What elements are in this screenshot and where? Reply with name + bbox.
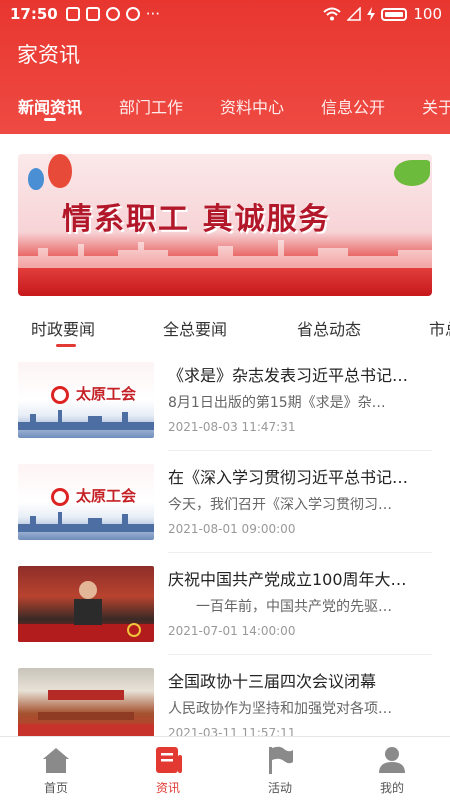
news-title: 《求是》杂志发表习近平总书记… <box>168 366 409 385</box>
tabbar-label: 资讯 <box>155 781 180 795</box>
tab-info-disclosure[interactable]: 信息公开 <box>321 94 385 118</box>
subtab-city-union[interactable]: 市总 <box>429 316 450 340</box>
charging-icon <box>367 7 376 21</box>
tabbar-label: 我的 <box>379 781 404 795</box>
news-summary: 今天，我们召开《深入学习贯彻习… <box>168 497 392 513</box>
conference-hall-image <box>18 690 154 744</box>
bottom-tab-bar: 首页 资讯 活动 我的 <box>0 736 450 800</box>
active-tab-indicator <box>44 118 56 121</box>
news-date: 2021-08-03 11:47:31 <box>168 420 296 434</box>
message-bubble-icon <box>125 7 140 21</box>
news-thumbnail: 太原工会 <box>18 464 154 540</box>
ceremony-photo-image <box>18 581 154 642</box>
news-thumbnail <box>18 668 154 744</box>
leaves-decoration <box>394 160 430 186</box>
news-thumbnail <box>18 566 154 642</box>
tab-department-work[interactable]: 部门工作 <box>119 94 183 118</box>
tabbar-home[interactable]: 首页 <box>0 737 112 800</box>
news-title: 庆祝中国共产党成立100周年大… <box>168 570 407 589</box>
banner-carousel[interactable]: 情系职工 真诚服务 <box>18 154 432 296</box>
news-item[interactable]: 太原工会 在《深入学习贯彻习近平总书记… 今天，我们召开《深入学习贯彻习… 20… <box>18 464 432 564</box>
news-date: 2021-07-01 14:00:00 <box>168 624 296 638</box>
main-content: 情系职工 真诚服务 时政要闻 全总要闻 省总动态 市总 太原工会 《求是》杂志发… <box>0 134 450 744</box>
app-header: 17:50 ··· 100 家资讯 新闻资讯 部门工作 资料中心 信息公开 关于 <box>0 0 450 134</box>
top-nav: 新闻资讯 部门工作 资料中心 信息公开 关于 <box>0 92 450 121</box>
tabbar-activities[interactable]: 活动 <box>224 737 336 800</box>
banner-slogan: 情系职工 真诚服务 <box>62 202 331 237</box>
city-skyline-image <box>18 240 432 268</box>
union-name-text: 太原工会 <box>76 385 137 403</box>
status-bar: 17:50 ··· 100 <box>0 0 450 28</box>
tabbar-label: 首页 <box>43 781 68 795</box>
flag-icon <box>269 746 293 774</box>
tabbar-label: 活动 <box>267 781 292 795</box>
balloon-decoration <box>28 168 44 190</box>
news-item[interactable]: 太原工会 《求是》杂志发表习近平总书记… 8月1日出版的第15期《求是》杂… 2… <box>18 362 432 462</box>
tab-news[interactable]: 新闻资讯 <box>18 94 82 118</box>
active-subtab-indicator <box>56 344 76 347</box>
signal-icon <box>347 7 362 21</box>
news-icon <box>156 747 182 773</box>
wifi-icon <box>323 7 342 21</box>
city-skyline-image <box>18 512 154 532</box>
union-logo-icon <box>51 386 69 404</box>
divider <box>168 450 432 451</box>
home-icon <box>43 748 69 773</box>
subtab-politics[interactable]: 时政要闻 <box>31 316 95 340</box>
tab-about[interactable]: 关于 <box>422 94 450 118</box>
status-time: 17:50 <box>10 5 58 23</box>
subtab-provincial-union[interactable]: 省总动态 <box>297 316 361 340</box>
news-summary: 8月1日出版的第15期《求是》杂… <box>168 395 386 411</box>
app-notification-icon <box>85 7 100 21</box>
page-title: 家资讯 <box>17 43 80 67</box>
user-icon <box>379 747 405 773</box>
battery-icon <box>381 7 408 21</box>
tab-resource-center[interactable]: 资料中心 <box>220 94 284 118</box>
tabbar-profile[interactable]: 我的 <box>336 737 448 800</box>
city-skyline-image <box>18 410 154 430</box>
news-date: 2021-08-01 09:00:00 <box>168 522 296 536</box>
news-title: 全国政协十三届四次会议闭幕 <box>168 672 377 691</box>
shield-notification-icon <box>65 7 80 21</box>
block-icon <box>105 7 120 21</box>
news-item[interactable]: 庆祝中国共产党成立100周年大… 一百年前，中国共产党的先驱… 2021-07-… <box>18 566 432 666</box>
subtab-national-union[interactable]: 全总要闻 <box>163 316 227 340</box>
divider <box>168 654 432 655</box>
more-notifications-icon: ··· <box>145 5 161 23</box>
news-title: 在《深入学习贯彻习近平总书记… <box>168 468 409 487</box>
union-name-text: 太原工会 <box>76 487 137 505</box>
news-summary: 一百年前，中国共产党的先驱… <box>168 599 392 615</box>
news-summary: 人民政协作为坚持和加强党对各项… <box>168 701 392 717</box>
sub-tabs: 时政要闻 全总要闻 省总动态 市总 <box>0 312 450 350</box>
divider <box>168 552 432 553</box>
battery-level: 100 <box>413 5 442 23</box>
balloon-decoration <box>48 154 72 188</box>
news-thumbnail: 太原工会 <box>18 362 154 438</box>
tabbar-news[interactable]: 资讯 <box>112 737 224 800</box>
union-logo-icon <box>51 488 69 506</box>
